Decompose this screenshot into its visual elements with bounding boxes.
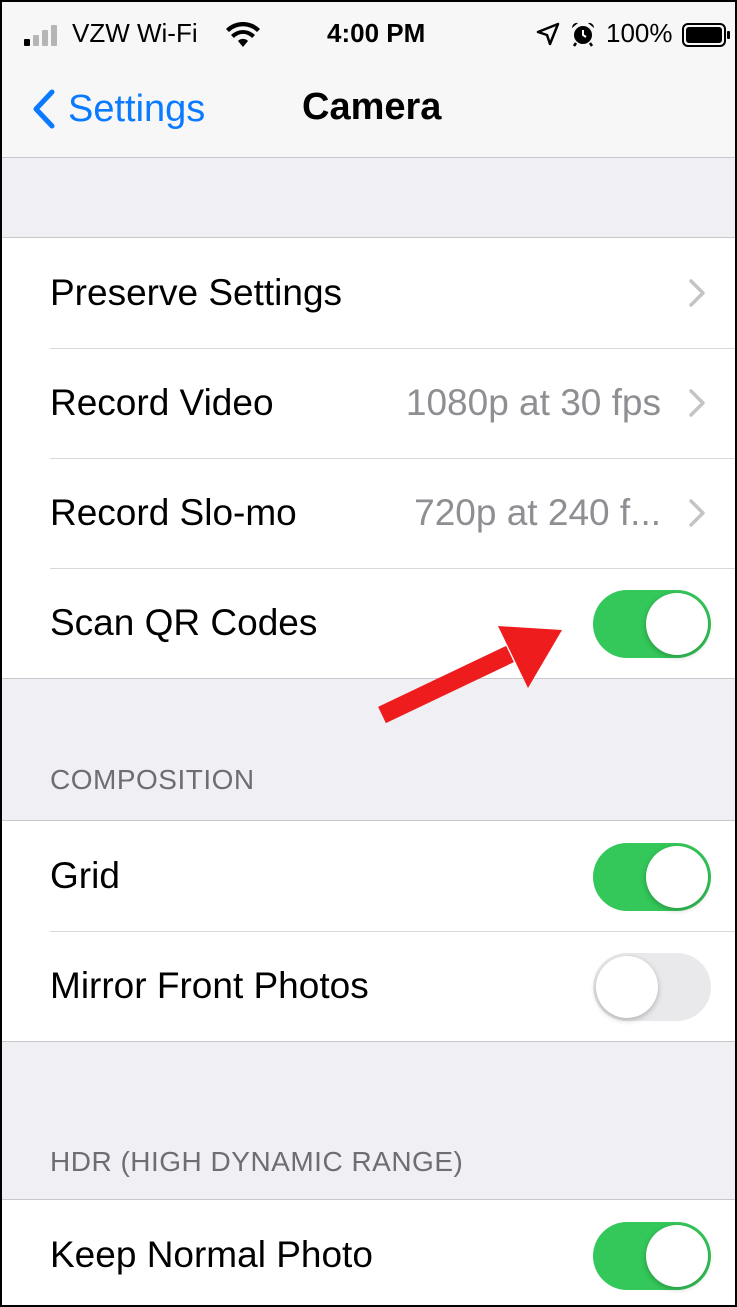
composition-section-header: COMPOSITION [50,764,255,795]
alarm-icon [571,22,595,47]
clock: 4:00 PM [327,18,426,48]
record-video-row[interactable]: Record Video 1080p at 30 fps [2,348,735,458]
camera-settings-group: Preserve Settings Record Video 1080p at … [2,237,735,679]
toggle-knob [646,846,708,908]
back-label: Settings [68,87,206,130]
scan-qr-codes-toggle[interactable] [593,590,711,658]
preserve-settings-row[interactable]: Preserve Settings [2,238,735,348]
scan-qr-codes-row: Scan QR Codes [2,568,735,678]
grid-row: Grid [2,821,735,931]
screen: VZW Wi-Fi 4:00 PM 100% Settings Camera P… [0,0,737,1307]
mirror-front-photos-row: Mirror Front Photos [2,931,735,1041]
row-label: Grid [50,855,120,896]
page-title: Camera [302,86,442,128]
signal-icon [24,24,64,46]
location-icon [536,22,560,46]
hdr-group: Keep Normal Photo [2,1199,735,1305]
record-slo-mo-row[interactable]: Record Slo-mo 720p at 240 f... [2,458,735,568]
toggle-knob [646,593,708,655]
row-label: Record Slo-mo [50,492,297,533]
navigation-bar: Settings Camera [2,64,735,158]
record-slo-mo-value: 720p at 240 f... [414,492,661,533]
annotation-arrow-icon [378,626,562,724]
wifi-icon [226,22,260,47]
toggle-knob [646,1225,708,1287]
composition-group: Grid Mirror Front Photos [2,820,735,1042]
row-label: Keep Normal Photo [50,1234,373,1275]
row-label: Mirror Front Photos [50,965,369,1006]
battery-percentage: 100% [606,18,673,48]
mirror-front-photos-toggle[interactable] [593,953,711,1021]
row-label: Record Video [50,382,274,423]
row-label: Scan QR Codes [50,602,318,643]
row-label: Preserve Settings [50,272,343,313]
chevron-right-icon [689,499,705,527]
grid-toggle[interactable] [593,843,711,911]
chevron-left-icon [33,89,55,129]
record-video-value: 1080p at 30 fps [405,382,661,423]
back-button[interactable]: Settings [32,82,205,136]
hdr-section-header: HDR (HIGH DYNAMIC RANGE) [50,1146,464,1177]
carrier-label: VZW Wi-Fi [72,18,198,48]
keep-normal-photo-row: Keep Normal Photo [2,1200,735,1305]
chevron-right-icon [689,389,705,417]
keep-normal-photo-toggle[interactable] [593,1222,711,1290]
status-bar: VZW Wi-Fi 4:00 PM 100% [2,2,735,64]
toggle-knob [596,956,658,1018]
battery-icon [682,23,730,47]
chevron-right-icon [689,279,705,307]
